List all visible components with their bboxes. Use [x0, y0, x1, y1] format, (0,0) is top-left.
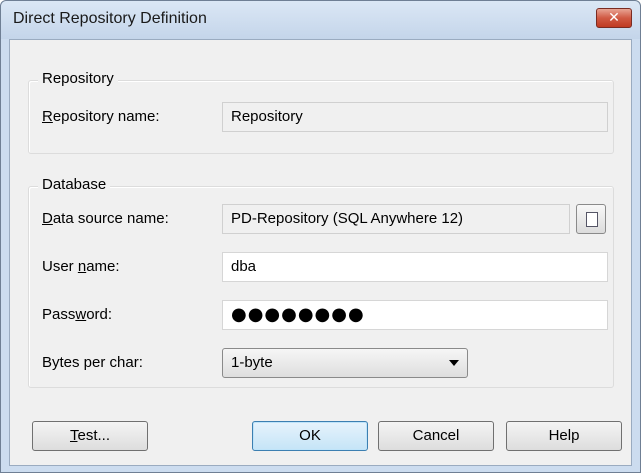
browse-data-source-button[interactable] [576, 204, 606, 234]
data-source-name-label: Data source name: [42, 210, 169, 227]
dialog-title: Direct Repository Definition [13, 10, 207, 27]
data-source-name-field[interactable]: PD-Repository (SQL Anywhere 12) [222, 204, 570, 234]
dialog-body: Repository Repository name: Repository D… [9, 39, 632, 466]
user-name-label: User name: [42, 258, 120, 275]
password-input[interactable]: ●●●●●●●● [222, 300, 608, 330]
test-button[interactable]: Test... [32, 421, 148, 451]
password-label: Password: [42, 306, 113, 323]
close-button[interactable]: ✕ [596, 8, 632, 28]
browse-icon [586, 212, 598, 227]
title-bar[interactable]: Direct Repository Definition ✕ [1, 1, 640, 39]
close-icon: ✕ [608, 10, 620, 26]
help-button[interactable]: Help [506, 421, 622, 451]
dialog-window: Direct Repository Definition ✕ Repositor… [0, 0, 641, 473]
repository-group-title: Repository [38, 70, 118, 87]
database-group-title: Database [38, 176, 111, 193]
ok-button[interactable]: OK [252, 421, 368, 451]
cancel-button[interactable]: Cancel [378, 421, 494, 451]
bytes-per-char-select[interactable]: 1-byte [222, 348, 468, 378]
repository-name-label: Repository name: [42, 108, 160, 125]
chevron-down-icon [449, 360, 459, 366]
bytes-per-char-label: Bytes per char: [42, 354, 143, 371]
user-name-input[interactable]: dba [222, 252, 608, 282]
bytes-per-char-value: 1-byte [231, 354, 273, 371]
repository-name-field[interactable]: Repository [222, 102, 608, 132]
